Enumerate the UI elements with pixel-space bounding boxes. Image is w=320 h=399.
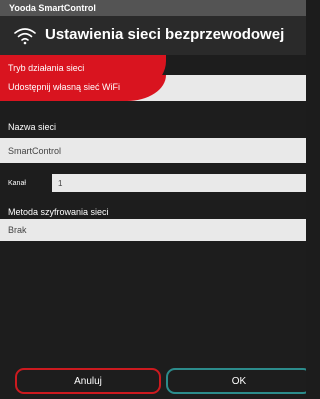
cancel-button-label: Anuluj [74, 375, 102, 387]
encryption-label: Metoda szyfrowania sieci [8, 207, 109, 217]
network-name-input[interactable]: SmartControl [0, 138, 306, 163]
mode-value[interactable]: Udostępnij własną sieć WiFi [8, 82, 120, 92]
page-title: Ustawienia sieci bezprzewodowej [45, 26, 285, 43]
network-name-value: SmartControl [8, 145, 62, 156]
encryption-value: Brak [8, 225, 27, 235]
encryption-select[interactable]: Brak [0, 219, 306, 241]
ok-button-label: OK [231, 375, 247, 387]
wifi-icon [14, 28, 36, 45]
page-header: Ustawienia sieci bezprzewodowej [0, 16, 306, 55]
channel-input[interactable]: 1 [52, 174, 306, 192]
network-name-label: Nazwa sieci [8, 122, 57, 132]
ok-button[interactable]: OK [166, 368, 306, 394]
settings-screen: Yooda SmartControl Ustawienia sieci bezp… [0, 0, 306, 399]
app-name: Yooda SmartControl [9, 3, 96, 13]
channel-value: 1 [58, 178, 63, 188]
channel-label: Kanał [8, 180, 26, 187]
cancel-button[interactable]: Anuluj [15, 368, 161, 394]
mode-label: Tryb działania sieci [8, 63, 85, 73]
app-title-bar: Yooda SmartControl [0, 0, 306, 16]
